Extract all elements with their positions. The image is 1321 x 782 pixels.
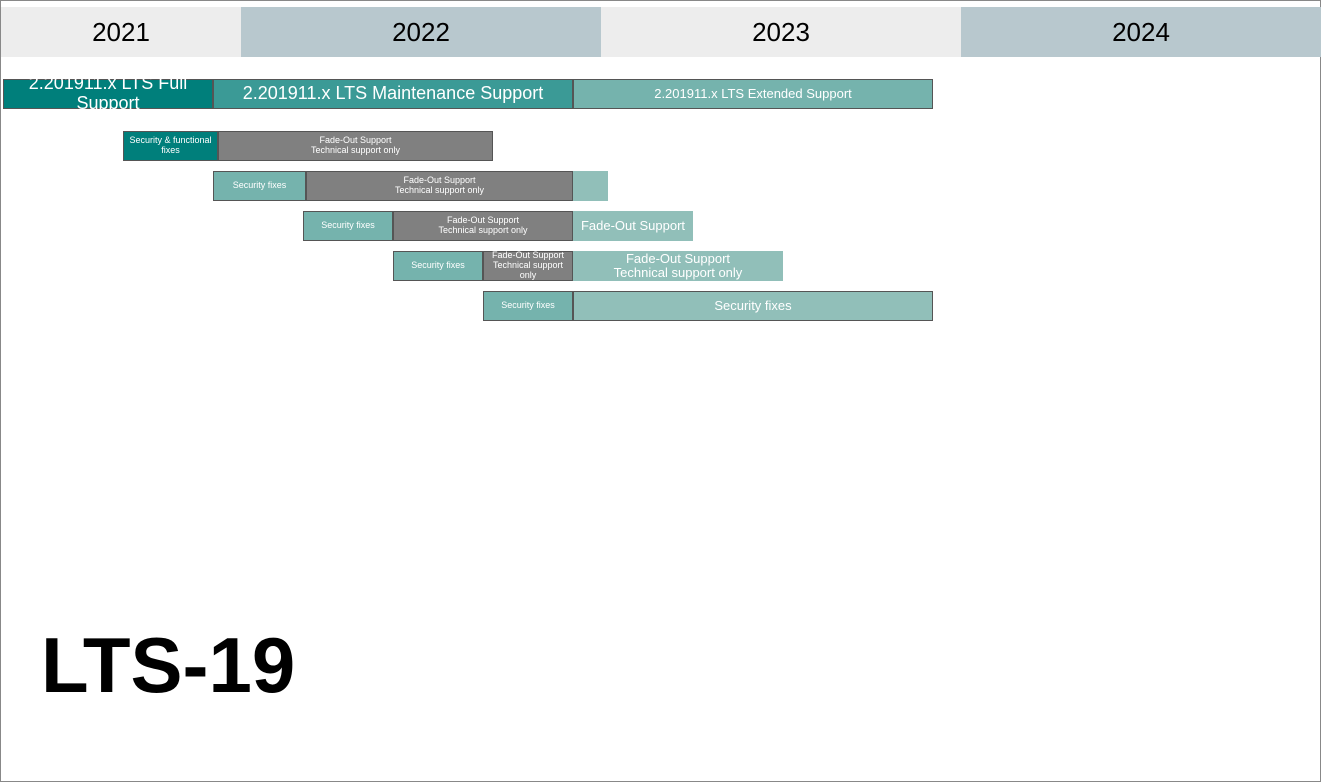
timeline-row: Security & functional fixesFade-Out Supp… [1,131,1320,161]
timeline-bar: Security fixes [393,251,483,281]
timeline-row: Security fixesFade-Out SupportTechnical … [1,171,1320,201]
timeline-bar: 2.201911.x LTS Maintenance Support [213,79,573,109]
diagram-title: LTS-19 [41,620,295,711]
timeline-bar: Fade-Out Support [573,211,693,241]
timeline-bar: Fade-Out SupportTechnical support only [393,211,573,241]
timeline-bar: Fade-Out SupportTechnical support only [306,171,573,201]
timeline-bar: Security & functional fixes [123,131,218,161]
timeline-bar: 2.201911.x LTS Full Support [3,79,213,109]
timeline-row: Security fixesFade-Out SupportTechnical … [1,211,1320,241]
diagram-frame: 2021202220232024 2.201911.x LTS Full Sup… [0,0,1321,782]
timeline-row: 2.201911.x LTS Full Support2.201911.x LT… [1,79,1320,109]
year-label: 2022 [241,7,601,57]
timeline-bar: Fade-Out SupportTechnical support only [218,131,493,161]
year-label: 2023 [601,7,961,57]
timeline-bar: Security fixes [303,211,393,241]
timeline-bar: Fade-Out SupportTechnical support only [573,251,783,281]
year-axis: 2021202220232024 [1,7,1320,57]
timeline-bar: Fade-Out SupportTechnical support only [483,251,573,281]
timeline-bar: Security fixes [483,291,573,321]
year-label: 2021 [1,7,241,57]
timeline-bar: Security fixes [213,171,306,201]
timeline-bar: Security fixes [573,291,933,321]
year-label: 2024 [961,7,1321,57]
timeline-row: Security fixesSecurity fixes [1,291,1320,321]
timeline-bar [573,171,608,201]
timeline-bar: 2.201911.x LTS Extended Support [573,79,933,109]
timeline-row: Security fixesFade-Out SupportTechnical … [1,251,1320,281]
